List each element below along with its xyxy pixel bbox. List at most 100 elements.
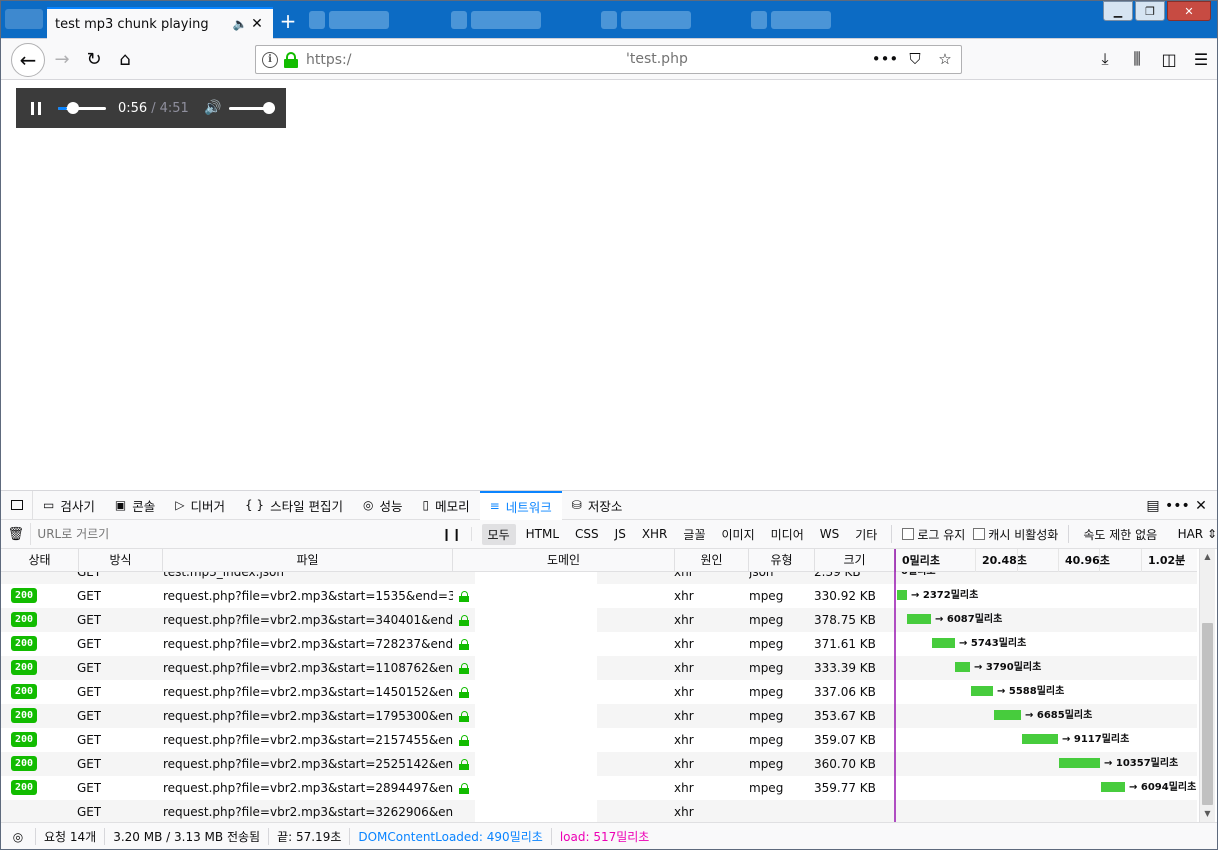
favicon-icon[interactable]	[751, 11, 767, 29]
favicon-icon[interactable]	[601, 11, 617, 29]
reload-icon[interactable]: ↻	[79, 44, 109, 74]
timing-label: → 6087밀리초	[935, 614, 1003, 625]
minimize-icon[interactable]: ▁	[1103, 1, 1133, 21]
hidden-tab[interactable]	[329, 11, 389, 29]
favicon-icon[interactable]	[309, 11, 325, 29]
trash-icon[interactable]: 🗑	[1, 527, 30, 542]
status-badge: 200	[11, 588, 37, 603]
close-window-icon[interactable]: ✕	[1167, 1, 1211, 21]
tab-debugger[interactable]: ▷ 디버거	[165, 491, 235, 520]
tab-memory[interactable]: ▯ 메모리	[413, 491, 480, 520]
table-row[interactable]: 200 GET request.php?file=vbr2.mp3&start=15…	[1, 584, 1197, 608]
dock-icon[interactable]: ▤	[1141, 498, 1165, 514]
element-picker-icon[interactable]	[1, 490, 33, 520]
filter-fonts[interactable]: 글꼴	[677, 524, 711, 545]
scroll-up-icon[interactable]: ▲	[1200, 549, 1215, 565]
cell-type: json	[749, 572, 774, 579]
hidden-tab[interactable]	[771, 11, 831, 29]
column-domain[interactable]: 도메인	[453, 549, 675, 572]
volume-icon[interactable]: 🔊	[203, 98, 223, 118]
progress-slider[interactable]	[58, 98, 106, 118]
scrollbar[interactable]: ▲ ▼	[1199, 549, 1215, 822]
pocket-icon[interactable]: ⛉	[905, 49, 925, 69]
hidden-tab[interactable]	[5, 9, 43, 29]
lock-icon[interactable]	[284, 51, 298, 68]
status-badge: 200	[11, 612, 37, 627]
page-actions-icon[interactable]: •••	[872, 49, 899, 69]
info-icon[interactable]: i	[262, 51, 278, 68]
filter-url-input[interactable]	[37, 527, 418, 541]
volume-thumb[interactable]	[262, 102, 275, 114]
tab-style-editor[interactable]: { } 스타일 편집기	[235, 491, 353, 520]
download-icon[interactable]: ⤓	[1089, 44, 1121, 74]
table-row[interactable]: 200 GET request.php?file=vbr2.mp3&start=14…	[1, 680, 1197, 704]
throttling-select[interactable]: 속도 제한 없음	[1083, 526, 1171, 543]
hidden-tab[interactable]	[471, 11, 541, 29]
network-status-bar: ◎ 요청 14개 3.20 MB / 3.13 MB 전송됨 끝: 57.19초…	[1, 822, 1217, 849]
favicon-icon[interactable]	[451, 11, 467, 29]
library-icon[interactable]: ⫼	[1121, 44, 1153, 74]
url-path: 'test.php	[626, 51, 688, 67]
filter-all[interactable]: 모두	[481, 523, 516, 545]
column-file[interactable]: 파일	[163, 549, 453, 572]
volume-slider[interactable]	[228, 98, 275, 118]
menu-icon[interactable]: ☰	[1185, 44, 1217, 74]
forward-arrow-icon[interactable]: →	[47, 44, 77, 74]
status-badge: 200	[11, 780, 37, 795]
table-row[interactable]: 200 GET request.php?file=vbr2.mp3&start=28…	[1, 776, 1197, 800]
close-tab-icon[interactable]: ✕	[249, 16, 265, 32]
table-row[interactable]: 200 GET request.php?file=vbr2.mp3&start=11…	[1, 656, 1197, 680]
column-type[interactable]: 유형	[749, 549, 815, 572]
table-row[interactable]: GET request.php?file=vbr2.mp3&start=32629…	[1, 800, 1197, 822]
status-badge: 200	[11, 756, 37, 771]
har-menu[interactable]: HAR ⇕	[1178, 527, 1217, 541]
filter-images[interactable]: 이미지	[716, 524, 761, 545]
page-content: 0:56 / 4:51 🔊	[1, 80, 1217, 490]
home-icon[interactable]: ⌂	[110, 44, 140, 74]
filter-xhr[interactable]: XHR	[636, 525, 674, 543]
pause-recording-icon[interactable]: ❙❙	[432, 527, 472, 541]
table-row[interactable]: GET test.mp3_index.json xhr json 2.39 KB…	[1, 572, 1197, 584]
bookmark-star-icon[interactable]: ☆	[935, 49, 955, 69]
progress-thumb[interactable]	[67, 102, 80, 114]
tab-performance[interactable]: ◎ 성능	[353, 491, 413, 520]
table-row[interactable]: 200 GET request.php?file=vbr2.mp3&start=17…	[1, 704, 1197, 728]
back-arrow-icon[interactable]: ←	[11, 43, 45, 77]
url-filter[interactable]	[30, 523, 432, 545]
filter-media[interactable]: 미디어	[765, 524, 810, 545]
column-cause[interactable]: 원인	[675, 549, 749, 572]
sidebar-icon[interactable]: ◫	[1153, 44, 1185, 74]
filter-css[interactable]: CSS	[569, 525, 605, 543]
cell-cause: xhr	[674, 781, 694, 795]
filter-ws[interactable]: WS	[814, 525, 845, 543]
table-row[interactable]: 200 GET request.php?file=vbr2.mp3&start=72…	[1, 632, 1197, 656]
more-options-icon[interactable]: •••	[1165, 498, 1190, 514]
url-bar[interactable]: i https:/ 'test.php ••• ⛉ ☆	[255, 45, 962, 74]
performance-analysis-icon[interactable]: ◎	[1, 830, 35, 844]
table-row[interactable]: 200 GET request.php?file=vbr2.mp3&start=21…	[1, 728, 1197, 752]
active-tab[interactable]: test mp3 chunk playing 🔈 ✕	[47, 7, 273, 39]
column-status[interactable]: 상태	[1, 549, 79, 572]
column-method[interactable]: 방식	[79, 549, 163, 572]
filter-other[interactable]: 기타	[849, 524, 883, 545]
restore-icon[interactable]: ❐	[1135, 1, 1165, 21]
scroll-thumb[interactable]	[1202, 623, 1213, 805]
column-size[interactable]: 크기	[815, 549, 895, 572]
new-tab-button[interactable]: +	[277, 9, 299, 33]
disable-cache-checkbox[interactable]: 캐시 비활성화	[973, 526, 1058, 543]
pause-icon[interactable]	[16, 88, 56, 128]
filter-html[interactable]: HTML	[520, 525, 565, 543]
table-row[interactable]: 200 GET request.php?file=vbr2.mp3&start=25…	[1, 752, 1197, 776]
scroll-down-icon[interactable]: ▼	[1200, 806, 1215, 822]
tab-network[interactable]: ≡ 네트워크	[479, 490, 562, 520]
tab-inspector[interactable]: ▭ 검사기	[33, 491, 105, 520]
filter-js[interactable]: JS	[609, 525, 632, 543]
persist-logs-checkbox[interactable]: 로그 유지	[902, 526, 965, 543]
tab-storage[interactable]: ⛁ 저장소	[562, 491, 633, 520]
hidden-tab[interactable]	[621, 11, 691, 29]
table-row[interactable]: 200 GET request.php?file=vbr2.mp3&start=34…	[1, 608, 1197, 632]
speaker-icon[interactable]: 🔈	[231, 17, 249, 31]
tab-console[interactable]: ▣ 콘솔	[105, 491, 165, 520]
timing-bar	[971, 686, 993, 696]
close-devtools-icon[interactable]: ✕	[1189, 498, 1213, 514]
